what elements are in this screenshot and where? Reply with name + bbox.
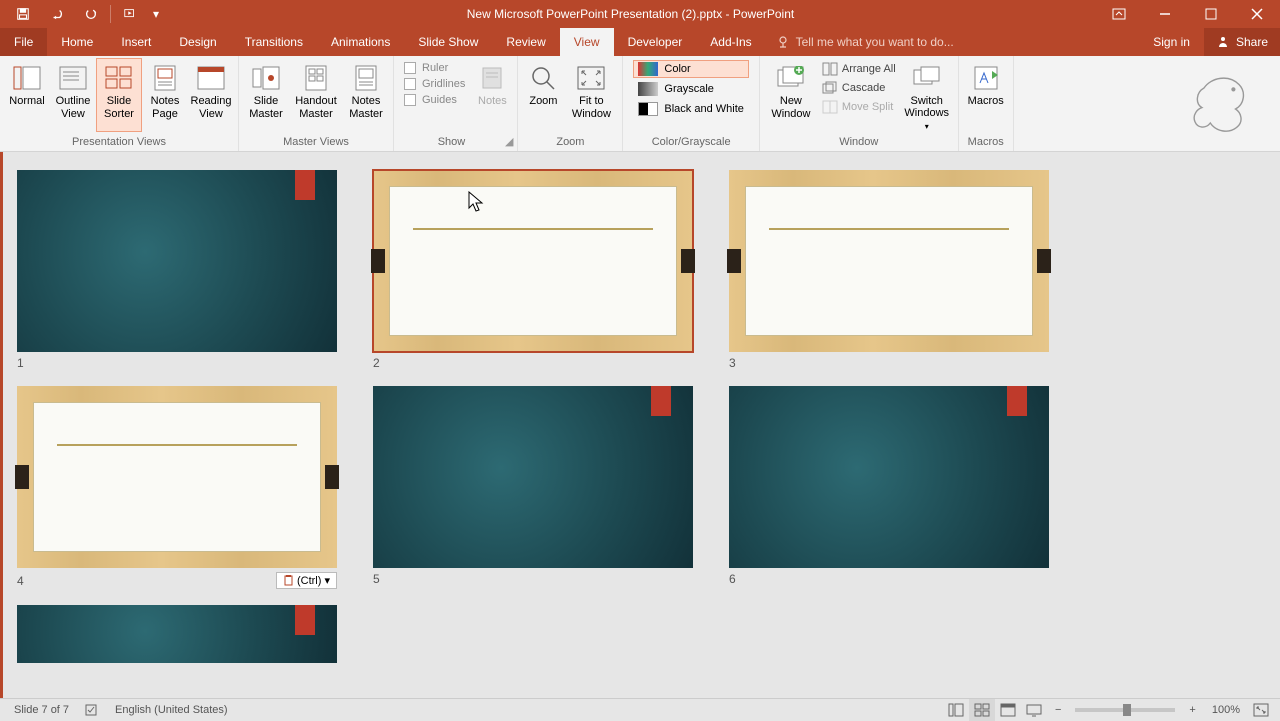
tab-home[interactable]: Home [47, 28, 107, 56]
group-zoom: Zoom Fit to Window Zoom [518, 56, 623, 151]
group-label-color: Color/Grayscale [627, 134, 754, 151]
macros-button[interactable]: Macros [963, 58, 1009, 132]
redo-button[interactable] [74, 0, 108, 28]
tab-view[interactable]: View [560, 28, 614, 56]
title-bar: ▾ New Microsoft PowerPoint Presentation … [0, 0, 1280, 28]
normal-view-status-button[interactable] [943, 699, 969, 721]
group-label-macros: Macros [963, 134, 1009, 151]
slide-counter[interactable]: Slide 7 of 7 [6, 699, 77, 721]
ribbon: Normal Outline View Slide Sorter Notes P… [0, 56, 1280, 152]
tab-review[interactable]: Review [492, 28, 559, 56]
outline-view-button[interactable]: Outline View [50, 58, 96, 132]
slide-master-button[interactable]: Slide Master [243, 58, 289, 132]
slide-thumbnail-5[interactable]: 5 [373, 386, 693, 589]
tab-slideshow[interactable]: Slide Show [404, 28, 492, 56]
black-and-white-button[interactable]: Black and White [633, 100, 748, 118]
zoom-in-button[interactable]: + [1181, 699, 1203, 721]
cascade-button[interactable]: Cascade [820, 79, 898, 97]
spell-check-button[interactable] [77, 699, 107, 721]
slide-thumbnail-6[interactable]: 6 [729, 386, 1049, 589]
normal-view-button[interactable]: Normal [4, 58, 50, 132]
group-label-zoom: Zoom [522, 134, 618, 151]
slide-thumbnail-1[interactable]: 1 [17, 170, 337, 370]
notes-button[interactable]: Notes [471, 58, 513, 132]
group-label-show: Show ◢ [398, 134, 513, 151]
fit-to-window-button[interactable]: Fit to Window [564, 58, 618, 132]
group-show: Ruler Gridlines Guides Notes Show ◢ [394, 56, 518, 151]
tab-design[interactable]: Design [165, 28, 230, 56]
zoom-out-button[interactable]: − [1047, 699, 1069, 721]
tab-animations[interactable]: Animations [317, 28, 404, 56]
fit-to-window-status-button[interactable] [1248, 699, 1274, 721]
slide-sorter-status-button[interactable] [969, 699, 995, 721]
tell-me-search[interactable]: Tell me what you want to do... [776, 35, 954, 49]
quick-access-toolbar: ▾ [0, 0, 165, 28]
slide-number: 2 [373, 356, 693, 370]
ribbon-display-options-button[interactable] [1096, 0, 1142, 28]
slide-sorter-button[interactable]: Slide Sorter [96, 58, 142, 132]
share-label: Share [1236, 35, 1268, 49]
group-master-views: Slide Master Handout Master Notes Master… [239, 56, 394, 151]
slide-thumbnail-2[interactable]: 2 [373, 170, 693, 370]
qat-customize-button[interactable]: ▾ [147, 0, 165, 28]
minimize-button[interactable] [1142, 0, 1188, 28]
language-indicator[interactable]: English (United States) [107, 699, 236, 721]
share-button[interactable]: Share [1204, 28, 1280, 56]
tell-me-placeholder: Tell me what you want to do... [796, 35, 954, 49]
slide-thumbnail-7[interactable] [17, 605, 337, 663]
guides-checkbox[interactable]: Guides [404, 94, 465, 106]
paste-options-button[interactable]: (Ctrl) ▾ [276, 572, 337, 589]
slide-number: 5 [373, 572, 693, 586]
color-button[interactable]: Color [633, 60, 748, 78]
reading-view-status-button[interactable] [995, 699, 1021, 721]
handout-master-button[interactable]: Handout Master [289, 58, 343, 132]
slide-sorter-pane[interactable]: 1 2 3 4 (Ctrl) ▾ 5 6 [0, 152, 1280, 698]
zoom-button[interactable]: Zoom [522, 58, 564, 132]
new-window-button[interactable]: New Window [764, 58, 818, 132]
slide-thumbnail-4[interactable]: 4 (Ctrl) ▾ [17, 386, 337, 589]
ribbon-tabs: File Home Insert Design Transitions Anim… [0, 28, 1280, 56]
slide-number: 3 [729, 356, 1049, 370]
group-label-presentation-views: Presentation Views [4, 134, 234, 151]
tab-file[interactable]: File [0, 28, 47, 56]
switch-windows-button[interactable]: Switch Windows▾ [900, 58, 954, 132]
slide-number: 6 [729, 572, 1049, 586]
undo-button[interactable] [40, 0, 74, 28]
gridlines-checkbox[interactable]: Gridlines [404, 78, 465, 90]
window-controls [1096, 0, 1280, 28]
start-from-beginning-button[interactable] [113, 0, 147, 28]
dragon-logo [1190, 62, 1260, 142]
save-button[interactable] [6, 0, 40, 28]
group-presentation-views: Normal Outline View Slide Sorter Notes P… [0, 56, 239, 151]
tab-developer[interactable]: Developer [614, 28, 697, 56]
group-color-grayscale: Color Grayscale Black and White Color/Gr… [623, 56, 759, 151]
maximize-button[interactable] [1188, 0, 1234, 28]
tab-transitions[interactable]: Transitions [231, 28, 317, 56]
reading-view-button[interactable]: Reading View [188, 58, 234, 132]
tab-addins[interactable]: Add-Ins [696, 28, 765, 56]
group-macros: Macros Macros [959, 56, 1014, 151]
close-button[interactable] [1234, 0, 1280, 28]
group-label-window: Window [764, 134, 954, 151]
window-title: New Microsoft PowerPoint Presentation (2… [165, 7, 1096, 21]
group-label-master-views: Master Views [243, 134, 389, 151]
slide-number: 1 [17, 356, 337, 370]
slideshow-status-button[interactable] [1021, 699, 1047, 721]
arrange-all-button[interactable]: Arrange All [820, 60, 898, 78]
notes-master-button[interactable]: Notes Master [343, 58, 389, 132]
status-bar: Slide 7 of 7 English (United States) − +… [0, 698, 1280, 720]
ruler-checkbox[interactable]: Ruler [404, 62, 465, 74]
notes-page-button[interactable]: Notes Page [142, 58, 188, 132]
zoom-slider[interactable] [1075, 708, 1175, 712]
sign-in-button[interactable]: Sign in [1139, 35, 1204, 49]
tab-insert[interactable]: Insert [107, 28, 165, 56]
move-split-button: Move Split [820, 98, 898, 116]
slide-thumbnail-3[interactable]: 3 [729, 170, 1049, 370]
grayscale-button[interactable]: Grayscale [633, 80, 748, 98]
slide-number: 4 [17, 574, 24, 588]
zoom-level[interactable]: 100% [1204, 699, 1248, 721]
group-window: New Window Arrange All Cascade Move Spli… [760, 56, 959, 151]
